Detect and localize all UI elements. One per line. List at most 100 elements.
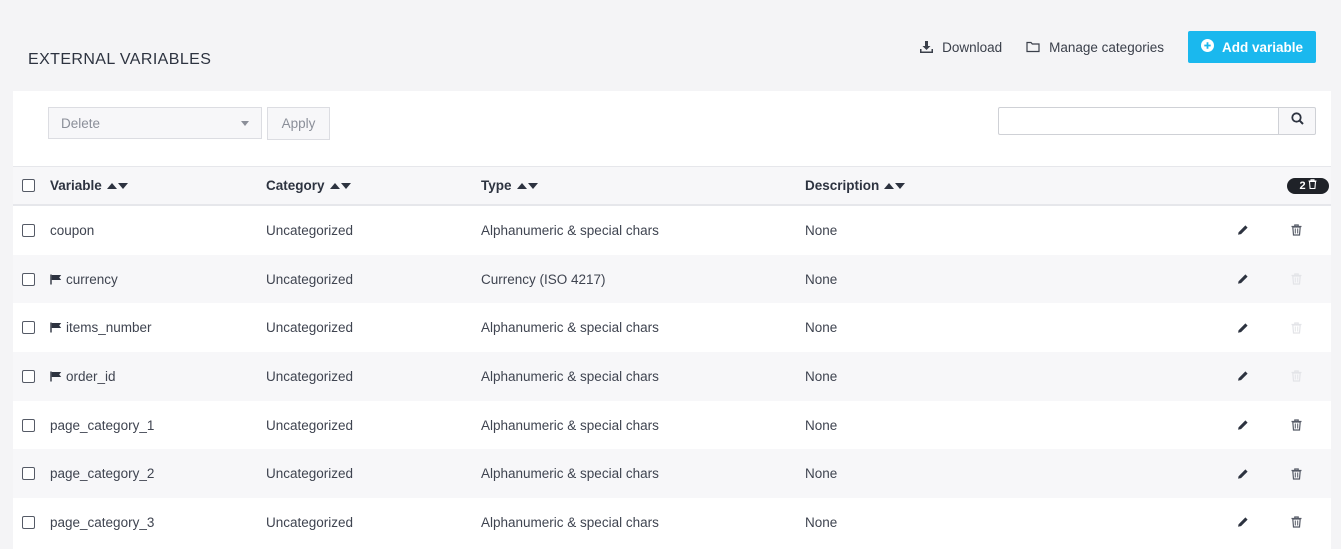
type-cell: Alphanumeric & special chars	[481, 368, 659, 384]
description-cell: None	[805, 271, 838, 287]
category-cell: Uncategorized	[266, 320, 354, 336]
header-variable[interactable]: Variable	[50, 167, 128, 204]
top-actions: Download Manage categories Add variable	[920, 31, 1316, 63]
row-checkbox[interactable]	[22, 369, 35, 383]
header-category[interactable]: Category	[266, 167, 351, 204]
trash-icon	[1291, 273, 1302, 285]
search-icon	[1290, 112, 1304, 130]
download-button[interactable]: Download	[920, 40, 1002, 55]
row-checkbox[interactable]	[22, 467, 35, 481]
search-button[interactable]	[1278, 107, 1316, 135]
folder-icon	[1026, 41, 1040, 53]
sort-icon	[884, 182, 906, 189]
trash-icon[interactable]	[1291, 224, 1302, 236]
variable-name: items_number	[66, 320, 152, 336]
pencil-icon[interactable]	[1237, 322, 1249, 334]
download-icon	[920, 41, 934, 53]
variable-name: coupon	[50, 222, 95, 238]
pencil-icon[interactable]	[1237, 370, 1249, 382]
variable-cell: page_category_1	[50, 401, 154, 450]
category-cell: Uncategorized	[266, 222, 354, 238]
bulk-action-select[interactable]: Delete	[48, 107, 262, 139]
variable-name: page_category_1	[50, 417, 155, 433]
row-checkbox[interactable]	[22, 272, 35, 286]
category-cell: Uncategorized	[266, 466, 354, 482]
flag-icon	[50, 274, 62, 285]
header-type[interactable]: Type	[481, 167, 538, 204]
pencil-icon[interactable]	[1237, 516, 1249, 528]
flag-icon	[50, 322, 62, 333]
download-label: Download	[942, 39, 1003, 55]
description-cell: None	[805, 514, 838, 530]
table-row: page_category_1 Uncategorized Alphanumeric…	[13, 401, 1331, 450]
sort-icon	[106, 182, 128, 189]
table-row: currency Uncategorized Currency (ISO 4217)…	[13, 254, 1331, 304]
variable-cell: items_number	[50, 303, 152, 352]
description-cell: None	[805, 466, 838, 482]
description-cell: None	[805, 417, 838, 433]
variable-name: page_category_3	[50, 514, 155, 530]
description-cell: None	[805, 320, 838, 336]
row-checkbox[interactable]	[22, 418, 35, 432]
row-checkbox[interactable]	[22, 223, 35, 237]
trash-icon[interactable]	[1291, 419, 1302, 431]
table-body: coupon Uncategorized Alphanumeric & specia…	[13, 206, 1331, 547]
trash-icon[interactable]	[1291, 468, 1302, 480]
plus-circle-icon	[1200, 39, 1214, 55]
delete-count-badge[interactable]: 2	[1287, 177, 1329, 194]
type-cell: Currency (ISO 4217)	[481, 271, 606, 287]
category-cell: Uncategorized	[266, 271, 354, 287]
sort-icon	[516, 182, 538, 189]
trash-icon	[1291, 322, 1302, 334]
description-cell: None	[805, 222, 838, 238]
table-row: items_number Uncategorized Alphanumeric & …	[13, 303, 1331, 352]
manage-categories-label: Manage categories	[1049, 39, 1164, 55]
variable-cell: currency	[50, 255, 118, 304]
variable-cell: page_category_3	[50, 498, 154, 547]
trash-icon[interactable]	[1291, 516, 1302, 529]
header-type-label: Type	[481, 178, 512, 193]
table-row: order_id Uncategorized Alphanumeric & spec…	[13, 352, 1331, 401]
sort-icon	[329, 182, 351, 189]
bulk-action-value: Delete	[61, 115, 101, 131]
chevron-down-icon	[241, 120, 249, 126]
variable-cell: coupon	[50, 206, 94, 255]
apply-button[interactable]: Apply	[267, 107, 330, 140]
type-cell: Alphanumeric & special chars	[481, 466, 659, 482]
table-header: Variable Category Type Description 2	[13, 166, 1331, 206]
type-cell: Alphanumeric & special chars	[481, 417, 659, 433]
variable-cell: page_category_2	[50, 449, 154, 498]
page-title: EXTERNAL VARIABLES	[28, 51, 212, 68]
category-cell: Uncategorized	[266, 368, 354, 384]
flag-icon	[50, 371, 62, 382]
category-cell: Uncategorized	[266, 514, 354, 530]
variable-name: page_category_2	[50, 466, 155, 482]
type-cell: Alphanumeric & special chars	[481, 222, 659, 238]
manage-categories-button[interactable]: Manage categories	[1026, 40, 1164, 55]
row-checkbox[interactable]	[22, 515, 35, 529]
select-all-checkbox[interactable]	[22, 179, 35, 192]
type-cell: Alphanumeric & special chars	[481, 320, 659, 336]
header-category-label: Category	[266, 178, 325, 193]
pencil-icon[interactable]	[1237, 224, 1249, 236]
add-variable-button[interactable]: Add variable	[1187, 31, 1316, 63]
add-variable-label: Add variable	[1221, 39, 1303, 55]
trash-icon	[1291, 370, 1302, 383]
variables-panel: Delete Apply Variable Category Type Desc…	[13, 91, 1331, 549]
header-description-label: Description	[805, 178, 880, 193]
pencil-icon[interactable]	[1237, 419, 1249, 431]
pencil-icon[interactable]	[1237, 273, 1249, 285]
table-row: page_category_2 Uncategorized Alphanumeric…	[13, 449, 1331, 499]
variable-name: order_id	[66, 368, 116, 384]
header-variable-label: Variable	[50, 178, 102, 193]
table-row: coupon Uncategorized Alphanumeric & specia…	[13, 206, 1331, 255]
search-input[interactable]	[998, 107, 1278, 135]
description-cell: None	[805, 368, 838, 384]
header-description[interactable]: Description	[805, 167, 906, 204]
row-checkbox[interactable]	[22, 321, 35, 335]
delete-count: 2	[1299, 179, 1306, 192]
pencil-icon[interactable]	[1237, 468, 1249, 480]
type-cell: Alphanumeric & special chars	[481, 514, 659, 530]
variables-table: Variable Category Type Description 2 cou…	[13, 166, 1331, 547]
category-cell: Uncategorized	[266, 417, 354, 433]
